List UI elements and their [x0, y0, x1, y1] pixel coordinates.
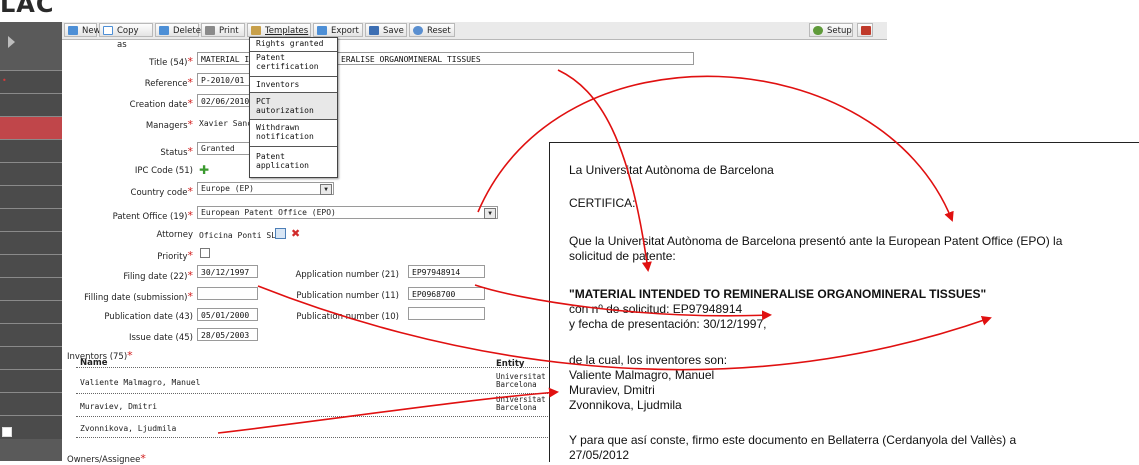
annotation-arrows [217, 69, 992, 434]
arrow-title [557, 69, 652, 272]
arrow-application-number [474, 284, 772, 321]
arrow-filing-date [257, 285, 992, 371]
arrow-inventors [217, 387, 559, 434]
arrow-patent-office [477, 75, 954, 222]
